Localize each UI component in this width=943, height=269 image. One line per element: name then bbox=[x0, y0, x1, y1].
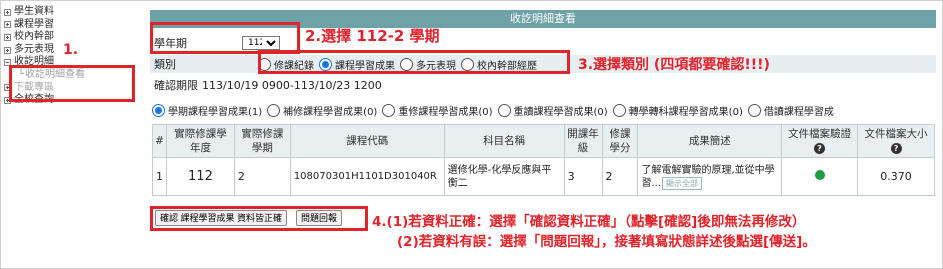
annotation-step-1: 1. bbox=[63, 42, 79, 58]
cell-size: 0.370 bbox=[857, 157, 935, 196]
tree-elbow-icon: └ bbox=[18, 68, 25, 80]
table-header-row: # 實際修課學年度 實際修課學期 課程代碼 科目名稱 開課年級 修課學分 成果簡… bbox=[152, 124, 935, 158]
annotation-step-2: 2.選擇 112-2 學期 bbox=[305, 27, 440, 45]
radio-icon bbox=[400, 57, 413, 71]
col-header: 實際修課學年度 bbox=[166, 124, 235, 158]
annotation-step-4-line2: (2)若資料有誤：選擇「問題回報」，接著填寫狀態詳述後點選[傳送]。 bbox=[397, 234, 816, 250]
cell-semester: 2 bbox=[233, 157, 291, 196]
cell-code: 108070301H1101D301040R bbox=[289, 157, 445, 196]
expand-icon bbox=[4, 84, 11, 92]
main-panel: 收訖明細查看 bbox=[150, 10, 936, 28]
collapse-icon bbox=[4, 59, 11, 67]
col-header-label: 文件檔案驗證 bbox=[788, 128, 852, 140]
confirm-correct-button[interactable]: 確認 課程學習成果 資料皆正確 bbox=[155, 210, 288, 226]
verified-status-icon bbox=[814, 170, 825, 180]
col-header: 開課年級 bbox=[563, 124, 603, 158]
expand-icon bbox=[4, 96, 11, 104]
category-label: 類別 bbox=[154, 58, 176, 71]
radio-icon bbox=[461, 57, 474, 71]
radio-label: 修課紀錄 bbox=[274, 60, 314, 72]
cell-no: 1 bbox=[152, 157, 167, 196]
sidebar-item-label: 全校查詢 bbox=[14, 94, 54, 106]
sidebar-item-label: 多元表現 bbox=[14, 43, 54, 55]
radio-icon bbox=[612, 103, 626, 117]
radio-label: 轉學轉科課程學習成果(0) bbox=[628, 106, 743, 118]
category-row: 類別 修課紀錄 課程學習成果 多元表現 校內幹部經歷 bbox=[150, 55, 936, 73]
sidebar-item-student-data[interactable]: 學生資料 bbox=[4, 6, 144, 19]
sidebar-item-label: 學生資料 bbox=[14, 6, 54, 17]
col-header: 課程代碼 bbox=[289, 124, 445, 158]
panel-title: 收訖明細查看 bbox=[150, 10, 936, 28]
col-header-verify: 文件檔案驗證 ? bbox=[781, 124, 859, 158]
radio-label: 借讀課程學習成 bbox=[763, 106, 834, 118]
semester-select[interactable]: 112-2 bbox=[242, 35, 280, 50]
col-header: 實際修課學期 bbox=[233, 124, 291, 158]
expand-icon bbox=[4, 8, 11, 16]
subtype-row: 學期課程學習成果(1) 補修課程學習成果(0) 重修課程學習成果(0) 重讀課程… bbox=[152, 100, 936, 120]
table-row: 1 112 2 108070301H1101D301040R 選修化學-化學反應… bbox=[152, 157, 935, 196]
period-row: 確認期限 113/10/19 0900-113/10/23 1200 bbox=[150, 76, 936, 94]
sidebar-item-label: 課程學習 bbox=[14, 18, 54, 30]
semester-label: 學年期 bbox=[154, 36, 187, 50]
radio-label: 重讀課程學習成果(0) bbox=[513, 106, 608, 118]
col-header: # bbox=[152, 124, 167, 158]
expand-icon bbox=[4, 46, 11, 54]
col-header: 修課學分 bbox=[601, 124, 639, 158]
col-header: 科目名稱 bbox=[443, 124, 565, 158]
cell-subject: 選修化學-化學反應與平衡二 bbox=[443, 157, 565, 196]
category-radio-performance[interactable]: 多元表現 bbox=[400, 57, 456, 72]
radio-icon bbox=[747, 103, 761, 117]
period-value: 113/10/19 0900-113/10/23 1200 bbox=[202, 78, 382, 92]
sidebar-item-label: 收訖明細查看 bbox=[25, 68, 86, 80]
annotation-step-4-line1: 4.(1)若資料正確：選擇「確認資料正確」（點擊[確認]後即無法再修改） bbox=[372, 214, 806, 230]
radio-label: 多元表現 bbox=[416, 60, 456, 72]
subtype-radio-repeat[interactable]: 重讀課程學習成果(0) bbox=[497, 103, 608, 118]
sidebar-item-receipt[interactable]: 收訖明細 bbox=[4, 56, 144, 69]
radio-selected-icon bbox=[152, 103, 165, 117]
sidebar-item-course-learning[interactable]: 課程學習 bbox=[4, 19, 144, 32]
sidebar-item-download[interactable]: 下載專區 bbox=[4, 82, 144, 95]
col-header: 成果簡述 bbox=[637, 124, 783, 158]
sidebar-item-school-query[interactable]: 全校查詢 bbox=[4, 94, 144, 107]
sidebar-item-receipt-view[interactable]: └收訖明細查看 bbox=[4, 69, 144, 82]
radio-label: 學期課程學習成果(1) bbox=[168, 106, 263, 118]
period-label: 確認期限 bbox=[154, 79, 198, 92]
cell-credit: 2 bbox=[601, 157, 639, 196]
subtype-radio-transfer[interactable]: 轉學轉科課程學習成果(0) bbox=[612, 103, 743, 118]
radio-icon bbox=[382, 103, 396, 117]
show-all-button[interactable]: 顯示全部 bbox=[662, 176, 702, 190]
cell-summary: 了解電解實驗的原理,並從中學習... 顯示全部 bbox=[637, 157, 783, 196]
expand-icon bbox=[4, 33, 11, 41]
radio-icon bbox=[267, 103, 281, 117]
cell-verify bbox=[781, 157, 859, 196]
report-problem-button[interactable]: 問題回報 bbox=[296, 210, 343, 226]
radio-label: 補修課程學習成果(0) bbox=[283, 106, 378, 118]
sidebar-item-label: 收訖明細 bbox=[14, 56, 54, 68]
help-icon[interactable]: ? bbox=[814, 142, 826, 154]
category-radio-course-result[interactable]: 課程學習成果 bbox=[319, 57, 395, 72]
results-table: # 實際修課學年度 實際修課學期 課程代碼 科目名稱 開課年級 修課學分 成果簡… bbox=[152, 124, 935, 196]
expand-icon bbox=[4, 21, 11, 29]
col-header-size: 文件檔案大小 ? bbox=[857, 124, 935, 158]
help-icon[interactable]: ? bbox=[890, 142, 902, 154]
semester-row: 學年期 112-2 bbox=[150, 34, 300, 51]
category-radio-course-record[interactable]: 修課紀錄 bbox=[258, 57, 314, 72]
annotation-step-3: 3.選擇類別 (四項都要確認!!!) bbox=[578, 57, 770, 73]
radio-icon bbox=[258, 57, 271, 71]
radio-selected-icon bbox=[319, 57, 332, 71]
cell-year: 112 bbox=[166, 157, 235, 196]
category-radio-cadre[interactable]: 校內幹部經歷 bbox=[461, 57, 537, 72]
cell-grade: 3 bbox=[563, 157, 603, 196]
subtype-radio-makeup[interactable]: 補修課程學習成果(0) bbox=[267, 103, 377, 118]
sidebar-item-label: 下載專區 bbox=[14, 81, 54, 93]
subtype-radio-term[interactable]: 學期課程學習成果(1) bbox=[152, 103, 262, 118]
sidebar-item-label: 校內幹部 bbox=[14, 31, 54, 43]
radio-label: 校內幹部經歷 bbox=[477, 60, 537, 72]
radio-label: 課程學習成果 bbox=[335, 60, 395, 72]
radio-label: 重修課程學習成果(0) bbox=[398, 106, 493, 118]
subtype-radio-retake[interactable]: 重修課程學習成果(0) bbox=[382, 103, 493, 118]
col-header-label: 文件檔案大小 bbox=[864, 128, 928, 140]
subtype-radio-borrow[interactable]: 借讀課程學習成 bbox=[747, 103, 834, 118]
radio-icon bbox=[497, 103, 511, 117]
